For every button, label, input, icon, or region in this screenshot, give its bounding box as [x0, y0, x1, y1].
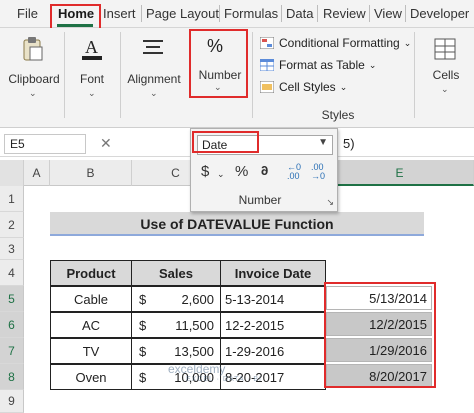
column-header-b[interactable]: B: [50, 160, 132, 186]
name-box[interactable]: E5: [4, 134, 86, 154]
cell-styles-button[interactable]: Cell Styles ⌄: [260, 78, 347, 96]
row-header-8[interactable]: 8: [0, 364, 24, 390]
format-as-table-label: Format as Table: [279, 58, 365, 72]
cell-sales[interactable]: $11,500: [131, 312, 221, 338]
cell-sales[interactable]: $13,500: [131, 338, 221, 364]
decrease-decimal-icon[interactable]: .00 →0: [311, 163, 331, 181]
cell-product[interactable]: TV: [50, 338, 132, 364]
group-divider: [414, 32, 415, 118]
cells-group-label[interactable]: Cells: [424, 68, 468, 82]
cell-product[interactable]: Oven: [50, 364, 132, 390]
chevron-down-icon: ⌄: [339, 81, 348, 92]
row-header-6[interactable]: 6: [0, 312, 24, 338]
home-tab-highlight: [50, 4, 101, 31]
watermark-tagline: EXCEL · DATA · BI: [186, 376, 262, 383]
chevron-down-icon[interactable]: ⌄: [150, 88, 158, 99]
alignment-group-label[interactable]: Alignment: [122, 72, 186, 86]
currency-symbol: $: [139, 291, 147, 307]
conditional-formatting-icon: [260, 37, 274, 49]
tab-divider: [281, 5, 282, 22]
percent-format-icon[interactable]: %: [235, 163, 248, 180]
currency-symbol: $: [139, 369, 147, 385]
group-divider: [252, 32, 253, 118]
cell-invoice-date[interactable]: 1-29-2016: [220, 338, 326, 364]
number-panel-label: Number: [238, 193, 282, 207]
tab-divider: [317, 5, 318, 22]
tab-divider: [369, 5, 370, 22]
format-as-table-icon: [260, 59, 274, 71]
header-product[interactable]: Product: [50, 260, 132, 286]
cell-sales[interactable]: $2,600: [131, 286, 221, 312]
conditional-formatting-label: Conditional Formatting: [279, 36, 400, 50]
tab-formulas[interactable]: Formulas: [224, 6, 278, 21]
tab-developer[interactable]: Developer: [410, 6, 469, 21]
font-icon[interactable]: A: [80, 36, 104, 62]
row-header-2[interactable]: 2: [0, 212, 24, 238]
font-group-label[interactable]: Font: [70, 72, 114, 86]
currency-format-icon[interactable]: $: [201, 163, 209, 180]
chevron-down-icon[interactable]: ⌄: [217, 169, 225, 180]
cell-product[interactable]: AC: [50, 312, 132, 338]
currency-symbol: $: [139, 317, 147, 333]
selection-highlight: [324, 282, 436, 388]
alignment-icon[interactable]: [142, 38, 164, 58]
tab-divider: [219, 5, 220, 22]
chevron-down-icon[interactable]: ⌄: [441, 84, 449, 95]
formula-bar-controls: ✕: [100, 135, 112, 152]
paste-icon[interactable]: [22, 36, 44, 62]
tab-divider: [141, 5, 142, 22]
cell-styles-icon: [260, 81, 274, 93]
chevron-down-icon: ⌄: [368, 59, 377, 70]
tab-file[interactable]: File: [17, 6, 38, 21]
group-divider: [64, 32, 65, 118]
cells-icon[interactable]: [434, 38, 456, 60]
tab-insert[interactable]: Insert: [103, 6, 136, 21]
sales-value: 2,600: [181, 291, 214, 307]
select-all-corner[interactable]: [0, 160, 24, 186]
tab-page-layout[interactable]: Page Layout: [146, 6, 219, 21]
formula-text[interactable]: 5): [343, 136, 355, 151]
cancel-icon[interactable]: ✕: [100, 135, 112, 151]
styles-group-label: Styles: [321, 108, 355, 122]
chevron-down-icon[interactable]: ▼: [318, 137, 328, 148]
tab-review[interactable]: Review: [323, 6, 366, 21]
row-header-7[interactable]: 7: [0, 338, 24, 364]
cell-invoice-date[interactable]: 5-13-2014: [220, 286, 326, 312]
watermark-logo: exceldemy EXCEL · DATA · BI: [168, 362, 262, 383]
comma-style-icon[interactable]: 9: [261, 163, 268, 178]
format-select-highlight: [192, 131, 259, 153]
clipboard-group-label[interactable]: Clipboard: [6, 72, 62, 86]
dialog-launcher-icon[interactable]: ↘: [326, 197, 334, 208]
row-header-4[interactable]: 4: [0, 260, 24, 286]
cell-invoice-date[interactable]: 12-2-2015: [220, 312, 326, 338]
sheet-title[interactable]: Use of DATEVALUE Function: [50, 212, 424, 236]
tab-divider: [405, 5, 406, 22]
cell-styles-label: Cell Styles: [279, 80, 336, 94]
number-group-highlight: [189, 29, 248, 98]
watermark-name: exceldemy: [168, 362, 226, 376]
svg-text:A: A: [85, 37, 98, 57]
header-invoice-date[interactable]: Invoice Date: [220, 260, 326, 286]
chevron-down-icon: ⌄: [403, 37, 412, 48]
sales-value: 13,500: [174, 343, 214, 359]
increase-decimal-icon[interactable]: ←0 .00: [287, 163, 307, 181]
row-header-1[interactable]: 1: [0, 186, 24, 212]
chevron-down-icon[interactable]: ⌄: [29, 88, 37, 99]
header-sales[interactable]: Sales: [131, 260, 221, 286]
row-header-5[interactable]: 5: [0, 286, 24, 312]
format-as-table-button[interactable]: Format as Table ⌄: [260, 56, 376, 74]
sales-value: 11,500: [175, 317, 214, 333]
conditional-formatting-button[interactable]: Conditional Formatting ⌄: [260, 34, 411, 52]
row-header-3[interactable]: 3: [0, 238, 24, 260]
tab-data[interactable]: Data: [286, 6, 313, 21]
group-divider: [120, 32, 121, 118]
tab-view[interactable]: View: [374, 6, 402, 21]
cell-product[interactable]: Cable: [50, 286, 132, 312]
column-header-a[interactable]: A: [24, 160, 50, 186]
row-header-9[interactable]: 9: [0, 390, 24, 413]
chevron-down-icon[interactable]: ⌄: [88, 88, 96, 99]
column-header-e[interactable]: E: [326, 160, 474, 186]
currency-symbol: $: [139, 343, 147, 359]
